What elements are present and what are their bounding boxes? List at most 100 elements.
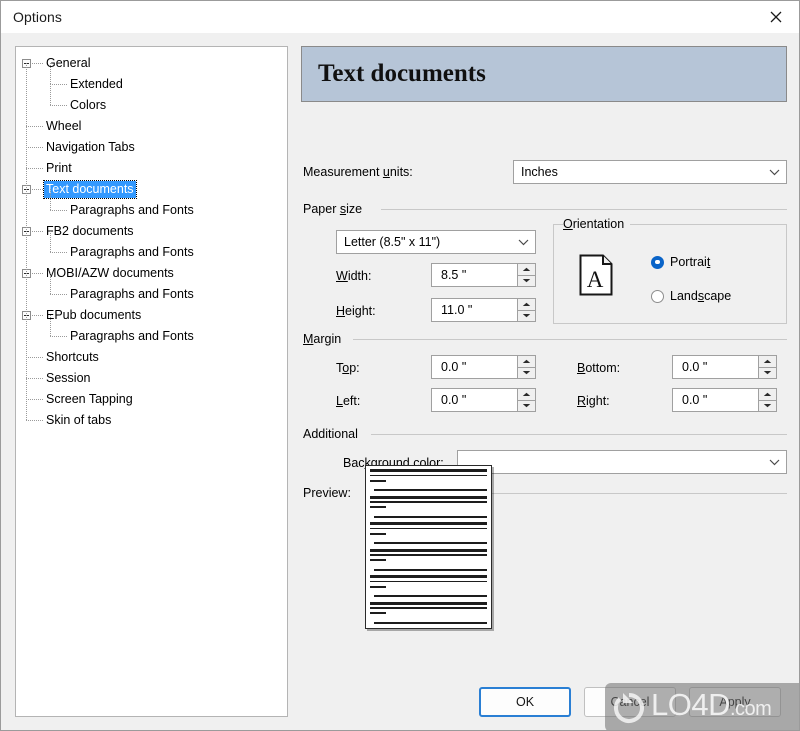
sidebar-item-general[interactable]: General [16, 53, 287, 74]
tree-connector [26, 420, 43, 421]
sidebar-item-wheel[interactable]: Wheel [16, 116, 287, 137]
preview-text-line [370, 479, 386, 482]
orientation-group-label: Orientation [563, 217, 631, 231]
tree-child-line [50, 273, 51, 294]
sidebar-item-text-documents[interactable]: Text documents [16, 179, 287, 200]
paper-size-group-label: Paper size [303, 202, 369, 216]
tree-connector [26, 399, 43, 400]
preview-text-line [370, 469, 487, 472]
settings-tree[interactable]: General Extended Colors Wheel Navigation Tab… [15, 46, 288, 717]
margin-top-spin-buttons[interactable] [517, 355, 536, 379]
margin-right-label: Right: [577, 394, 610, 408]
svg-text:A: A [587, 267, 604, 292]
spin-up-icon[interactable] [517, 355, 536, 367]
preview-text-line [370, 522, 487, 525]
margin-top-stepper[interactable]: 0.0 " [431, 355, 536, 379]
margin-top-value[interactable]: 0.0 " [431, 355, 517, 379]
spin-up-icon[interactable] [758, 388, 777, 400]
sidebar-item-fb2-documents[interactable]: FB2 documents [16, 221, 287, 242]
sidebar-item-paragraphs-and-fonts[interactable]: Paragraphs and Fonts [16, 242, 287, 263]
sidebar-item-label: Print [46, 161, 72, 176]
margin-bottom-stepper[interactable]: 0.0 " [672, 355, 777, 379]
margin-left-value[interactable]: 0.0 " [431, 388, 517, 412]
margin-left-spin-buttons[interactable] [517, 388, 536, 412]
apply-button[interactable]: Apply [689, 687, 781, 717]
sidebar-item-print[interactable]: Print [16, 158, 287, 179]
sidebar-item-screen-tapping[interactable]: Screen Tapping [16, 389, 287, 410]
preview-text-line [370, 527, 487, 530]
sidebar-item-label: Paragraphs and Fonts [70, 329, 194, 344]
tree-connector [32, 189, 43, 190]
paper-size-preset-value: Letter (8.5" x 11") [344, 235, 441, 249]
preview-text-line [374, 489, 487, 492]
sidebar-item-paragraphs-and-fonts[interactable]: Paragraphs and Fonts [16, 284, 287, 305]
spin-up-icon[interactable] [758, 355, 777, 367]
preview-text-line [370, 559, 386, 561]
preview-text-line [374, 515, 487, 518]
sidebar-item-label: Colors [70, 98, 107, 113]
tree-child-line [50, 84, 51, 105]
sidebar-item-shortcuts[interactable]: Shortcuts [16, 347, 287, 368]
tree-connector [26, 126, 43, 127]
height-spin-buttons[interactable] [517, 298, 536, 322]
orientation-portrait-radio[interactable]: Portrait [651, 255, 710, 269]
preview-text-line [370, 532, 386, 535]
preview-text-line [370, 495, 487, 499]
spin-down-icon[interactable] [758, 366, 777, 379]
spin-down-icon[interactable] [758, 399, 777, 412]
orientation-portrait-label: Portrait [670, 255, 711, 269]
measurement-units-select[interactable]: Inches [513, 160, 787, 184]
close-button[interactable] [753, 1, 799, 32]
margin-right-stepper[interactable]: 0.0 " [672, 388, 777, 412]
height-label: Height: [336, 304, 376, 318]
width-label: Width: [336, 269, 372, 283]
sidebar-item-paragraphs-and-fonts[interactable]: Paragraphs and Fonts [16, 200, 287, 221]
width-value[interactable]: 8.5 " [431, 263, 517, 287]
margin-left-stepper[interactable]: 0.0 " [431, 388, 536, 412]
sidebar-item-label: Session [46, 371, 91, 386]
height-stepper[interactable]: 11.0 " [431, 298, 536, 322]
sidebar-item-colors[interactable]: Colors [16, 95, 287, 116]
spin-down-icon[interactable] [517, 309, 536, 322]
orientation-landscape-radio[interactable]: Landscape [651, 289, 731, 303]
tree-connector [50, 294, 67, 295]
spin-down-icon[interactable] [517, 399, 536, 412]
margin-right-value[interactable]: 0.0 " [672, 388, 758, 412]
margin-right-spin-buttons[interactable] [758, 388, 777, 412]
tree-child-line [50, 189, 51, 210]
cancel-button[interactable]: Cancel [584, 687, 676, 717]
paper-size-preset-select[interactable]: Letter (8.5" x 11") [336, 230, 536, 254]
background-color-select[interactable] [457, 450, 787, 474]
sidebar-item-label: Text documents [43, 180, 137, 200]
spin-down-icon[interactable] [517, 366, 536, 379]
tree-connector [32, 231, 43, 232]
settings-page: Text documents Measurement units: Inches… [301, 46, 787, 717]
width-stepper[interactable]: 8.5 " [431, 263, 536, 287]
sidebar-item-label: EPub documents [46, 308, 142, 323]
sidebar-item-skin-of-tabs[interactable]: Skin of tabs [16, 410, 287, 431]
width-spin-buttons[interactable] [517, 263, 536, 287]
sidebar-item-mobi-azw-documents[interactable]: MOBI/AZW documents [16, 263, 287, 284]
sidebar-item-label: Wheel [46, 119, 82, 134]
sidebar-item-paragraphs-and-fonts[interactable]: Paragraphs and Fonts [16, 326, 287, 347]
sidebar-item-epub-documents[interactable]: EPub documents [16, 305, 287, 326]
spin-down-icon[interactable] [517, 274, 536, 287]
radio-selected-icon [651, 255, 664, 269]
sidebar-item-session[interactable]: Session [16, 368, 287, 389]
spin-up-icon[interactable] [517, 388, 536, 400]
spin-up-icon[interactable] [517, 298, 536, 310]
sidebar-item-label: Extended [70, 77, 123, 92]
ok-button[interactable]: OK [479, 687, 571, 717]
height-value[interactable]: 11.0 " [431, 298, 517, 322]
spin-up-icon[interactable] [517, 263, 536, 275]
chevron-down-icon [511, 239, 535, 246]
margin-bottom-value[interactable]: 0.0 " [672, 355, 758, 379]
sidebar-item-extended[interactable]: Extended [16, 74, 287, 95]
margin-left-label: Left: [336, 394, 361, 408]
preview-text-line [370, 607, 487, 609]
margin-bottom-spin-buttons[interactable] [758, 355, 777, 379]
preview-text-line [370, 506, 386, 508]
margin-rule [353, 339, 787, 340]
sidebar-item-navigation-tabs[interactable]: Navigation Tabs [16, 137, 287, 158]
sidebar-item-label: MOBI/AZW documents [46, 266, 174, 281]
